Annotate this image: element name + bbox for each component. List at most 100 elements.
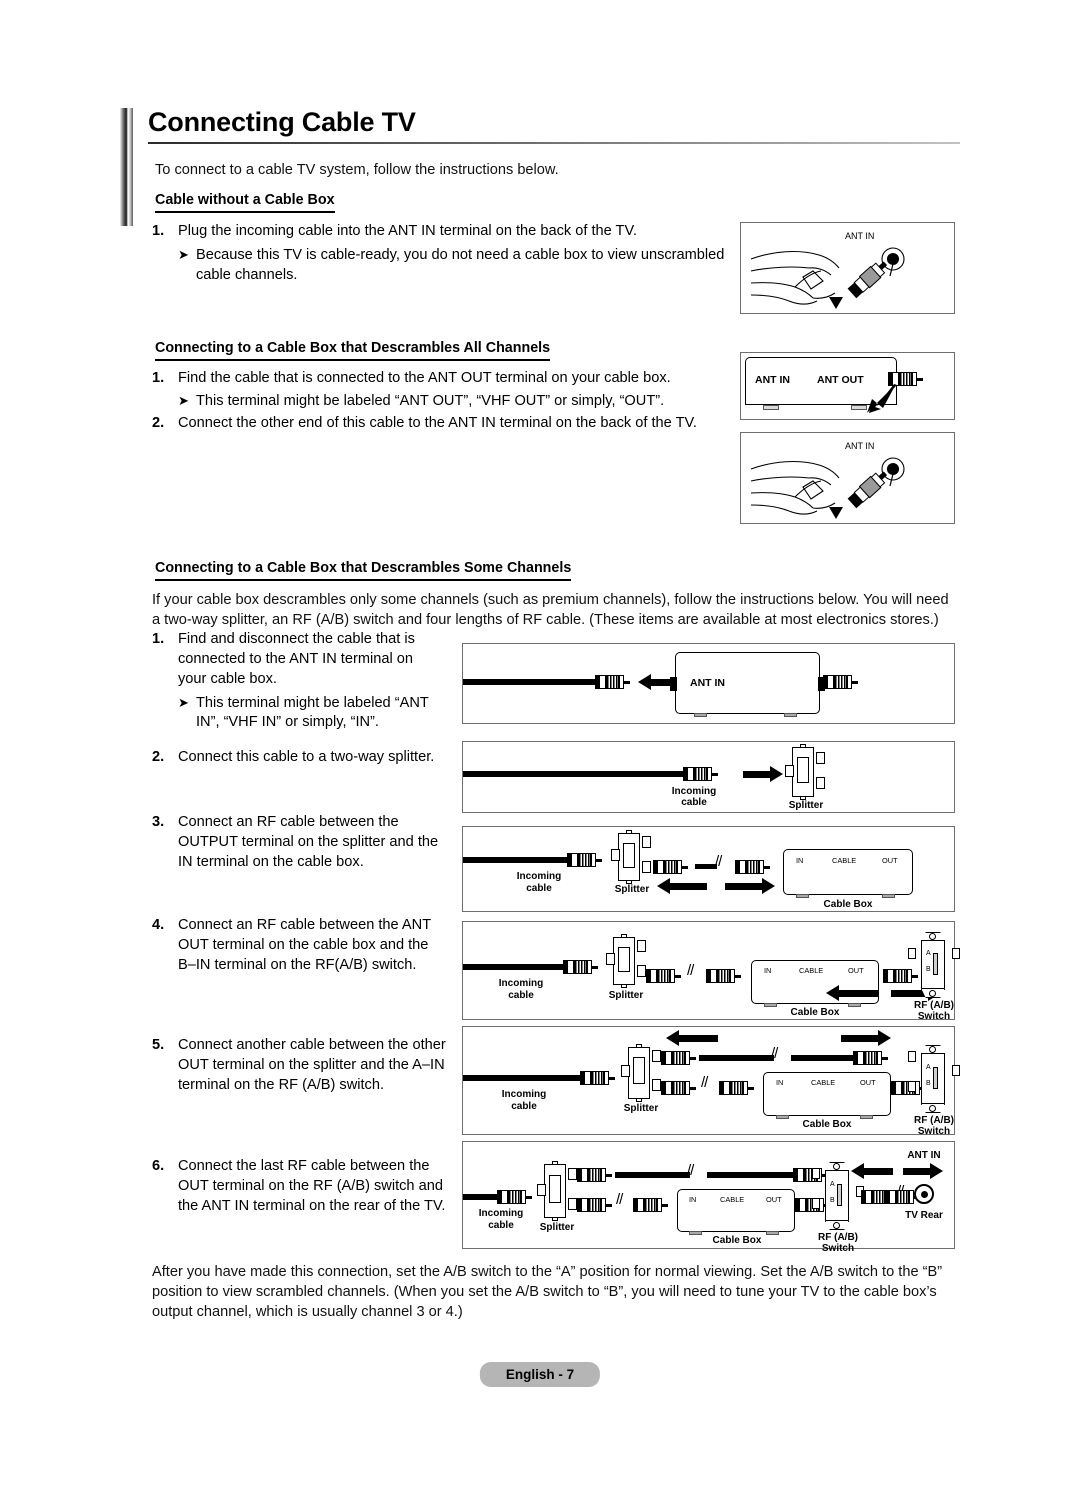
coax-connector <box>563 960 598 974</box>
splitter-port-right-bottom <box>652 1079 661 1091</box>
label-incoming-cable-line2: cable <box>681 797 707 808</box>
direction-arrow-left <box>657 878 707 894</box>
rf-switch-port-left <box>908 948 916 959</box>
step-number: 2. <box>152 415 165 431</box>
splitter-port-right-bottom <box>568 1198 577 1210</box>
port-label-in: IN <box>796 856 804 865</box>
hand-holding-cable-illustration <box>750 457 905 519</box>
cable-break-mark: // <box>771 1045 778 1062</box>
step-number: 1. <box>152 370 165 386</box>
step-note: ➤ This terminal might be labeled “ANT IN… <box>178 694 442 734</box>
splitter-port-left <box>621 1065 630 1077</box>
splitter-port-right-top <box>652 1050 661 1062</box>
step-item: 1. Find and disconnect the cable that is… <box>152 630 442 733</box>
splitter-port-right-bottom <box>642 861 651 873</box>
splitter-port-right-top <box>816 752 825 764</box>
rf-switch-slider[interactable] <box>933 1067 938 1089</box>
direction-arrow-left <box>851 1163 893 1179</box>
rf-switch-port-left-b <box>812 1198 820 1209</box>
cable-box-body: IN CABLE OUT <box>763 1072 891 1119</box>
step-number: 4. <box>152 917 165 933</box>
splitter-device <box>537 1161 577 1221</box>
coax-connector <box>595 675 630 689</box>
step-item: 4. Connect an RF cable between the ANT O… <box>152 916 447 976</box>
step-number: 1. <box>152 223 165 239</box>
closing-paragraph: After you have made this connection, set… <box>152 1264 943 1321</box>
rf-switch-label-a: A <box>830 1181 835 1188</box>
cable-box-foot <box>784 713 797 717</box>
port-label-in: IN <box>764 966 772 975</box>
page-intro: To connect to a cable TV system, follow … <box>155 162 559 178</box>
step-text: Find and disconnect the cable that is co… <box>178 631 415 687</box>
rf-switch-port-left-a <box>812 1168 820 1179</box>
heading-descrambles-all: Connecting to a Cable Box that Descrambl… <box>155 340 551 361</box>
rf-switch-slider[interactable] <box>837 1184 842 1206</box>
page-footer-label: English - 7 <box>479 1362 601 1387</box>
step-note-text: This terminal might be labeled “ANT IN”,… <box>196 694 429 731</box>
label-splitter: Splitter <box>623 1103 659 1114</box>
rf-switch-slider[interactable] <box>933 953 938 975</box>
splitter-port-left <box>537 1184 546 1196</box>
label-rf-switch-line1: RF (A/B) <box>914 1000 954 1011</box>
arrow-bullet-icon: ➤ <box>178 246 189 262</box>
direction-arrow-right <box>841 1030 891 1046</box>
step-number: 1. <box>152 631 165 647</box>
port-label-out: OUT <box>882 856 898 865</box>
step-text: Connect an RF cable between the OUTPUT t… <box>178 814 439 870</box>
rf-switch-port-left-a <box>908 1051 916 1062</box>
coax-connector <box>580 1071 615 1085</box>
figure-step-4: Incoming cable Splitter // IN CABLE OUT … <box>462 921 960 1022</box>
page-header: Connecting Cable TV <box>120 107 960 226</box>
splitter-inner <box>623 842 635 868</box>
step-item: 3. Connect an RF cable between the OUTPU… <box>152 813 442 873</box>
direction-arrow-right <box>743 766 783 782</box>
coax-connector <box>823 675 858 689</box>
port-label-out: OUT <box>848 966 864 975</box>
cable-box-foot <box>882 894 895 898</box>
coax-connector <box>883 969 918 983</box>
coax-connector <box>719 1081 754 1095</box>
splitter-port-right-top <box>642 836 651 848</box>
step-note: ➤ This terminal might be labeled “ANT OU… <box>178 392 722 412</box>
label-splitter: Splitter <box>614 884 650 895</box>
splitter-device <box>785 744 825 800</box>
cable-box-body: IN CABLE OUT <box>751 960 879 1007</box>
splitter-port-right-bottom <box>637 965 646 977</box>
splitter-nub-bottom <box>552 1217 558 1221</box>
direction-arrow-left <box>666 1030 718 1046</box>
section-intro-paragraph: If your cable box descrambles only some … <box>152 592 949 629</box>
port-label-ant-in: ANT IN <box>755 374 790 386</box>
label-cable-box: Cable Box <box>802 1119 852 1130</box>
title-accent-bar <box>120 108 133 226</box>
step-note-text: Because this TV is cable-ready, you do n… <box>196 246 725 283</box>
rf-switch-port-left-b <box>908 1081 916 1092</box>
splitter-nub-bottom <box>636 1098 642 1102</box>
rf-switch-screw-top <box>833 1163 840 1170</box>
port-label-ant-in: ANT IN <box>690 677 725 689</box>
label-rf-switch-line1: RF (A/B) <box>818 1232 858 1243</box>
label-incoming-cable-line1: Incoming <box>478 1208 524 1219</box>
coax-connector <box>661 1081 696 1095</box>
step-text: Connect an RF cable between the ANT OUT … <box>178 917 431 973</box>
step-number: 6. <box>152 1158 165 1174</box>
label-cable-box: Cable Box <box>712 1235 762 1246</box>
rf-switch-screw-top <box>929 933 936 940</box>
label-ant-in: ANT IN <box>907 1150 941 1161</box>
port-label-in: IN <box>689 1195 697 1204</box>
label-splitter: Splitter <box>788 800 824 811</box>
figure-step-5: Incoming cable Splitter // // IN CABLE O… <box>462 1026 960 1137</box>
step-note: ➤ Because this TV is cable-ready, you do… <box>178 246 727 286</box>
rf-switch-port-right <box>952 948 960 959</box>
port-label-cable: CABLE <box>811 1078 836 1087</box>
step-item: 1. Plug the incoming cable into the ANT … <box>152 222 727 286</box>
port-label-out: OUT <box>860 1078 876 1087</box>
splitter-inner <box>618 946 630 972</box>
coax-cable-line <box>707 1172 797 1178</box>
rf-switch-label-b: B <box>926 1080 931 1087</box>
cable-box-body: IN CABLE OUT <box>677 1189 795 1235</box>
coax-connector <box>735 860 770 874</box>
rf-switch-label-b: B <box>926 966 931 973</box>
rf-switch-screw-bottom <box>929 1105 936 1112</box>
coax-cable-line <box>463 1075 585 1081</box>
label-incoming-cable-line2: cable <box>511 1101 537 1112</box>
